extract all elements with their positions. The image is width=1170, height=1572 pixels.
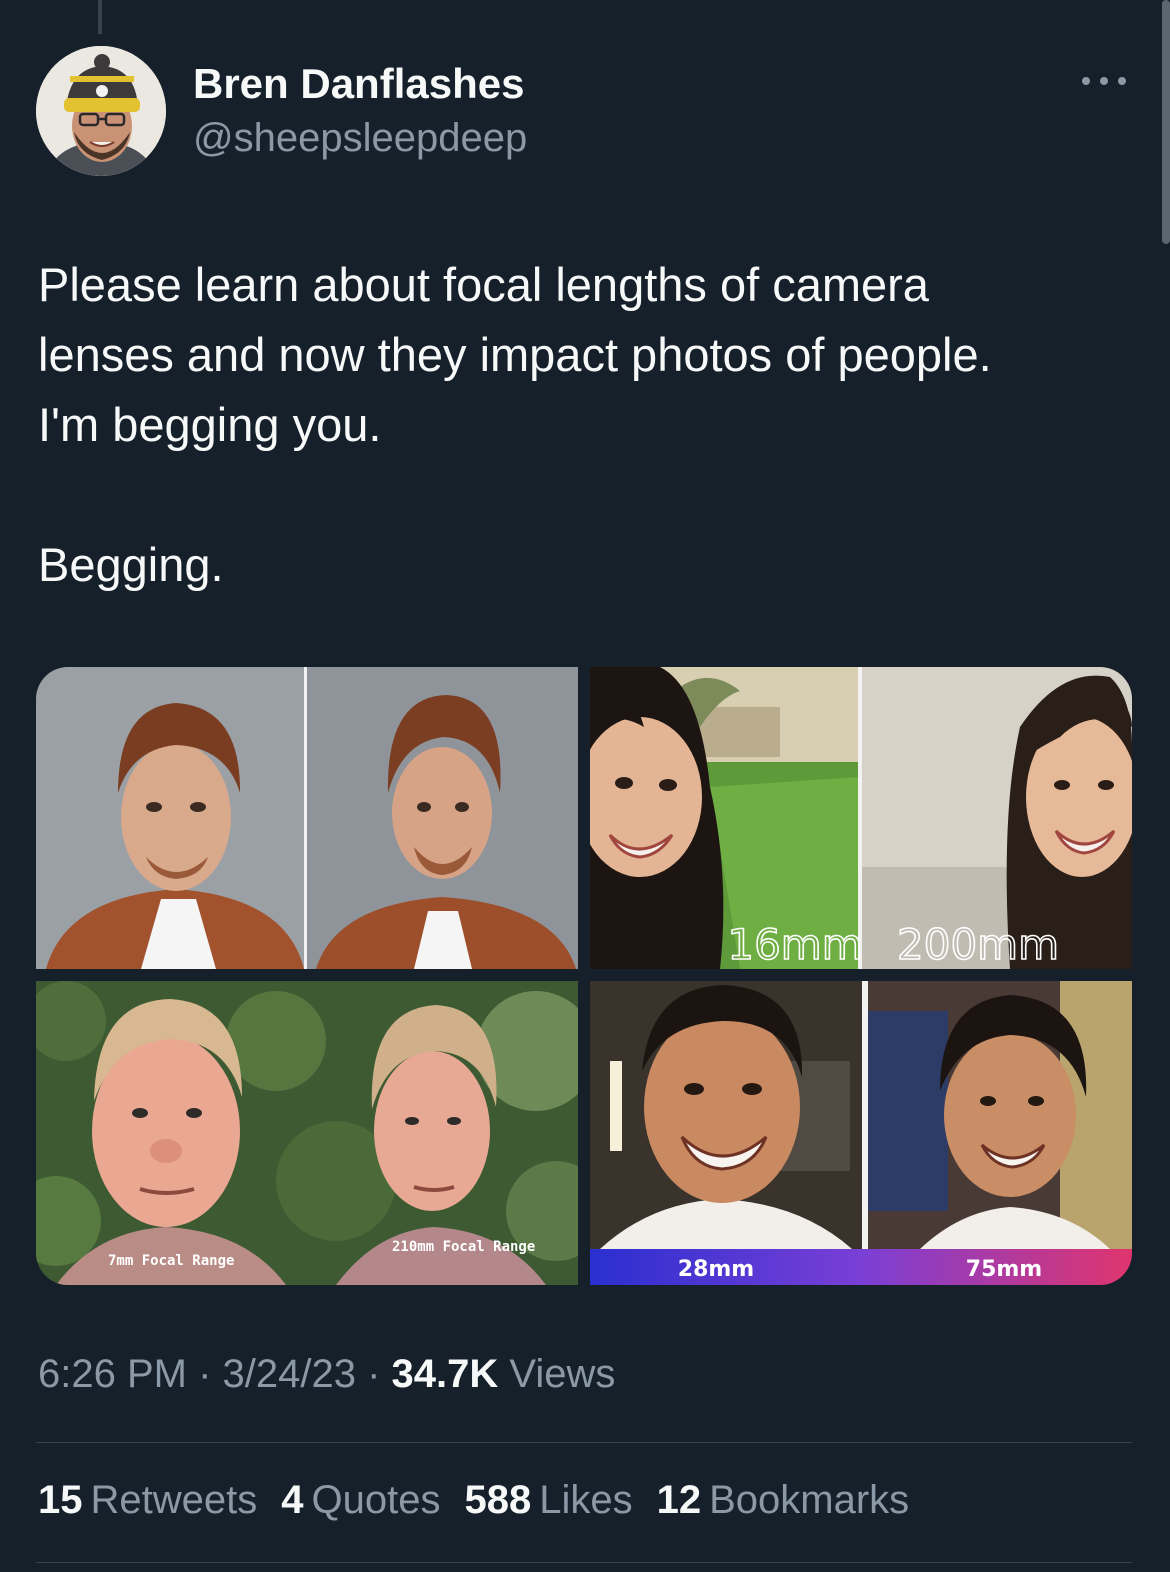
views-count: 34.7K <box>391 1352 499 1396</box>
tweet-header: Bren Danflashes @sheepsleepdeep <box>36 46 1132 178</box>
tweet-metadata: 6:26 PM · 3/24/23 · 34.7K Views <box>38 1352 615 1397</box>
views-label: Views <box>509 1352 616 1396</box>
divider <box>36 1442 1132 1443</box>
scrollbar[interactable] <box>1162 0 1170 244</box>
tweet-date[interactable]: 3/24/23 <box>223 1352 356 1396</box>
media-photo-top-right[interactable]: 16mm 200mm <box>590 667 1132 969</box>
avatar[interactable] <box>36 46 166 176</box>
retweets-label: Retweets <box>90 1478 258 1522</box>
quotes-stat[interactable]: 4 Quotes <box>281 1478 440 1523</box>
focal-label-200mm: 200mm <box>897 920 1059 969</box>
author-name[interactable]: Bren Danflashes <box>193 60 524 108</box>
likes-label: Likes <box>539 1478 633 1522</box>
meta-separator: · <box>355 1352 392 1396</box>
tweet-text: Please learn about focal lengths of came… <box>38 250 1128 600</box>
engagement-stats: 15 Retweets 4 Quotes 588 Likes 12 Bookmarks <box>38 1478 909 1523</box>
focal-label-7mm: 7mm Focal Range <box>108 1253 234 1269</box>
media-photo-top-left[interactable] <box>36 667 578 969</box>
focal-label-16mm: 16mm <box>727 920 862 969</box>
more-horizontal-icon[interactable] <box>1082 70 1126 92</box>
meta-separator: · <box>186 1352 223 1396</box>
media-grid: 16mm 200mm 7mm Focal Range 210mm Focal R… <box>36 667 1132 1285</box>
focal-label-28mm: 28mm <box>678 1257 754 1282</box>
likes-count: 588 <box>464 1478 532 1522</box>
tweet-text-closing: Begging. <box>38 538 224 591</box>
bookmarks-label: Bookmarks <box>709 1478 910 1522</box>
tweet-text-line: I'm begging you. <box>38 398 382 451</box>
bookmarks-stat[interactable]: 12 Bookmarks <box>657 1478 910 1523</box>
tweet-text-line: Please learn about focal lengths of came… <box>38 258 929 311</box>
media-photo-bottom-left[interactable]: 7mm Focal Range 210mm Focal Range <box>36 981 578 1285</box>
likes-stat[interactable]: 588 Likes <box>464 1478 632 1523</box>
focal-label-75mm: 75mm <box>966 1257 1042 1282</box>
bookmarks-count: 12 <box>656 1478 702 1522</box>
thread-connector-line <box>98 0 102 34</box>
focal-label-210mm: 210mm Focal Range <box>392 1239 535 1255</box>
retweets-stat[interactable]: 15 Retweets <box>38 1478 257 1523</box>
divider <box>36 1562 1132 1563</box>
tweet-text-line: lenses and now they impact photos of peo… <box>38 328 992 381</box>
quotes-label: Quotes <box>311 1478 441 1522</box>
author-handle[interactable]: @sheepsleepdeep <box>193 116 527 161</box>
media-photo-bottom-right[interactable]: 28mm 75mm <box>590 981 1132 1285</box>
retweets-count: 15 <box>38 1478 83 1522</box>
tweet-time[interactable]: 6:26 PM <box>38 1352 187 1396</box>
quotes-count: 4 <box>281 1478 304 1522</box>
